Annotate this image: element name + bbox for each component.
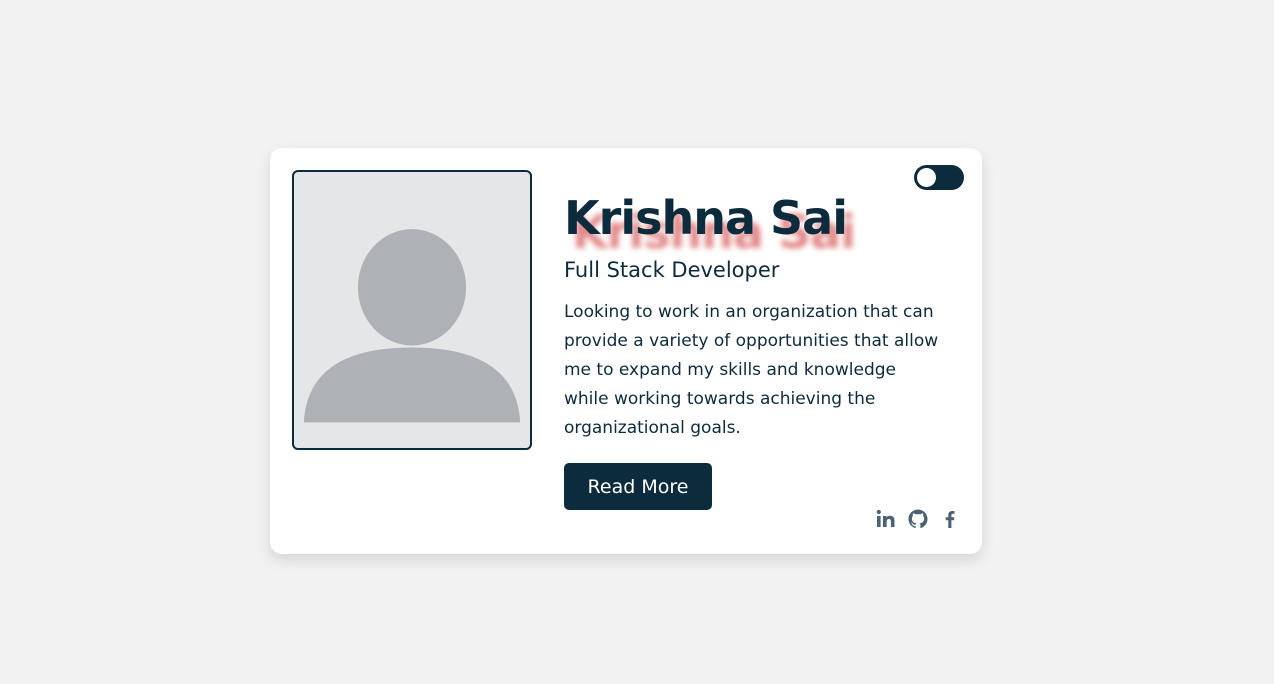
profile-photo bbox=[292, 170, 532, 450]
toggle-knob bbox=[917, 168, 936, 187]
facebook-icon bbox=[945, 511, 955, 528]
read-more-button[interactable]: Read More bbox=[564, 463, 712, 510]
profile-card: Krishna Sai Krishna Sai Full Stack Devel… bbox=[270, 148, 982, 554]
github-link[interactable] bbox=[906, 507, 930, 531]
github-icon bbox=[908, 509, 928, 529]
linkedin-link[interactable] bbox=[874, 507, 898, 531]
job-title: Full Stack Developer bbox=[564, 258, 780, 282]
name-heading-wrap: Krishna Sai Krishna Sai bbox=[564, 186, 894, 259]
user-placeholder-icon bbox=[303, 229, 521, 423]
linkedin-icon bbox=[876, 509, 895, 527]
facebook-link[interactable] bbox=[938, 507, 962, 531]
theme-toggle[interactable] bbox=[914, 165, 964, 190]
bio-text: Looking to work in an organization that … bbox=[564, 302, 939, 438]
name-heading: Krishna Sai bbox=[564, 191, 848, 245]
social-links bbox=[874, 507, 970, 531]
